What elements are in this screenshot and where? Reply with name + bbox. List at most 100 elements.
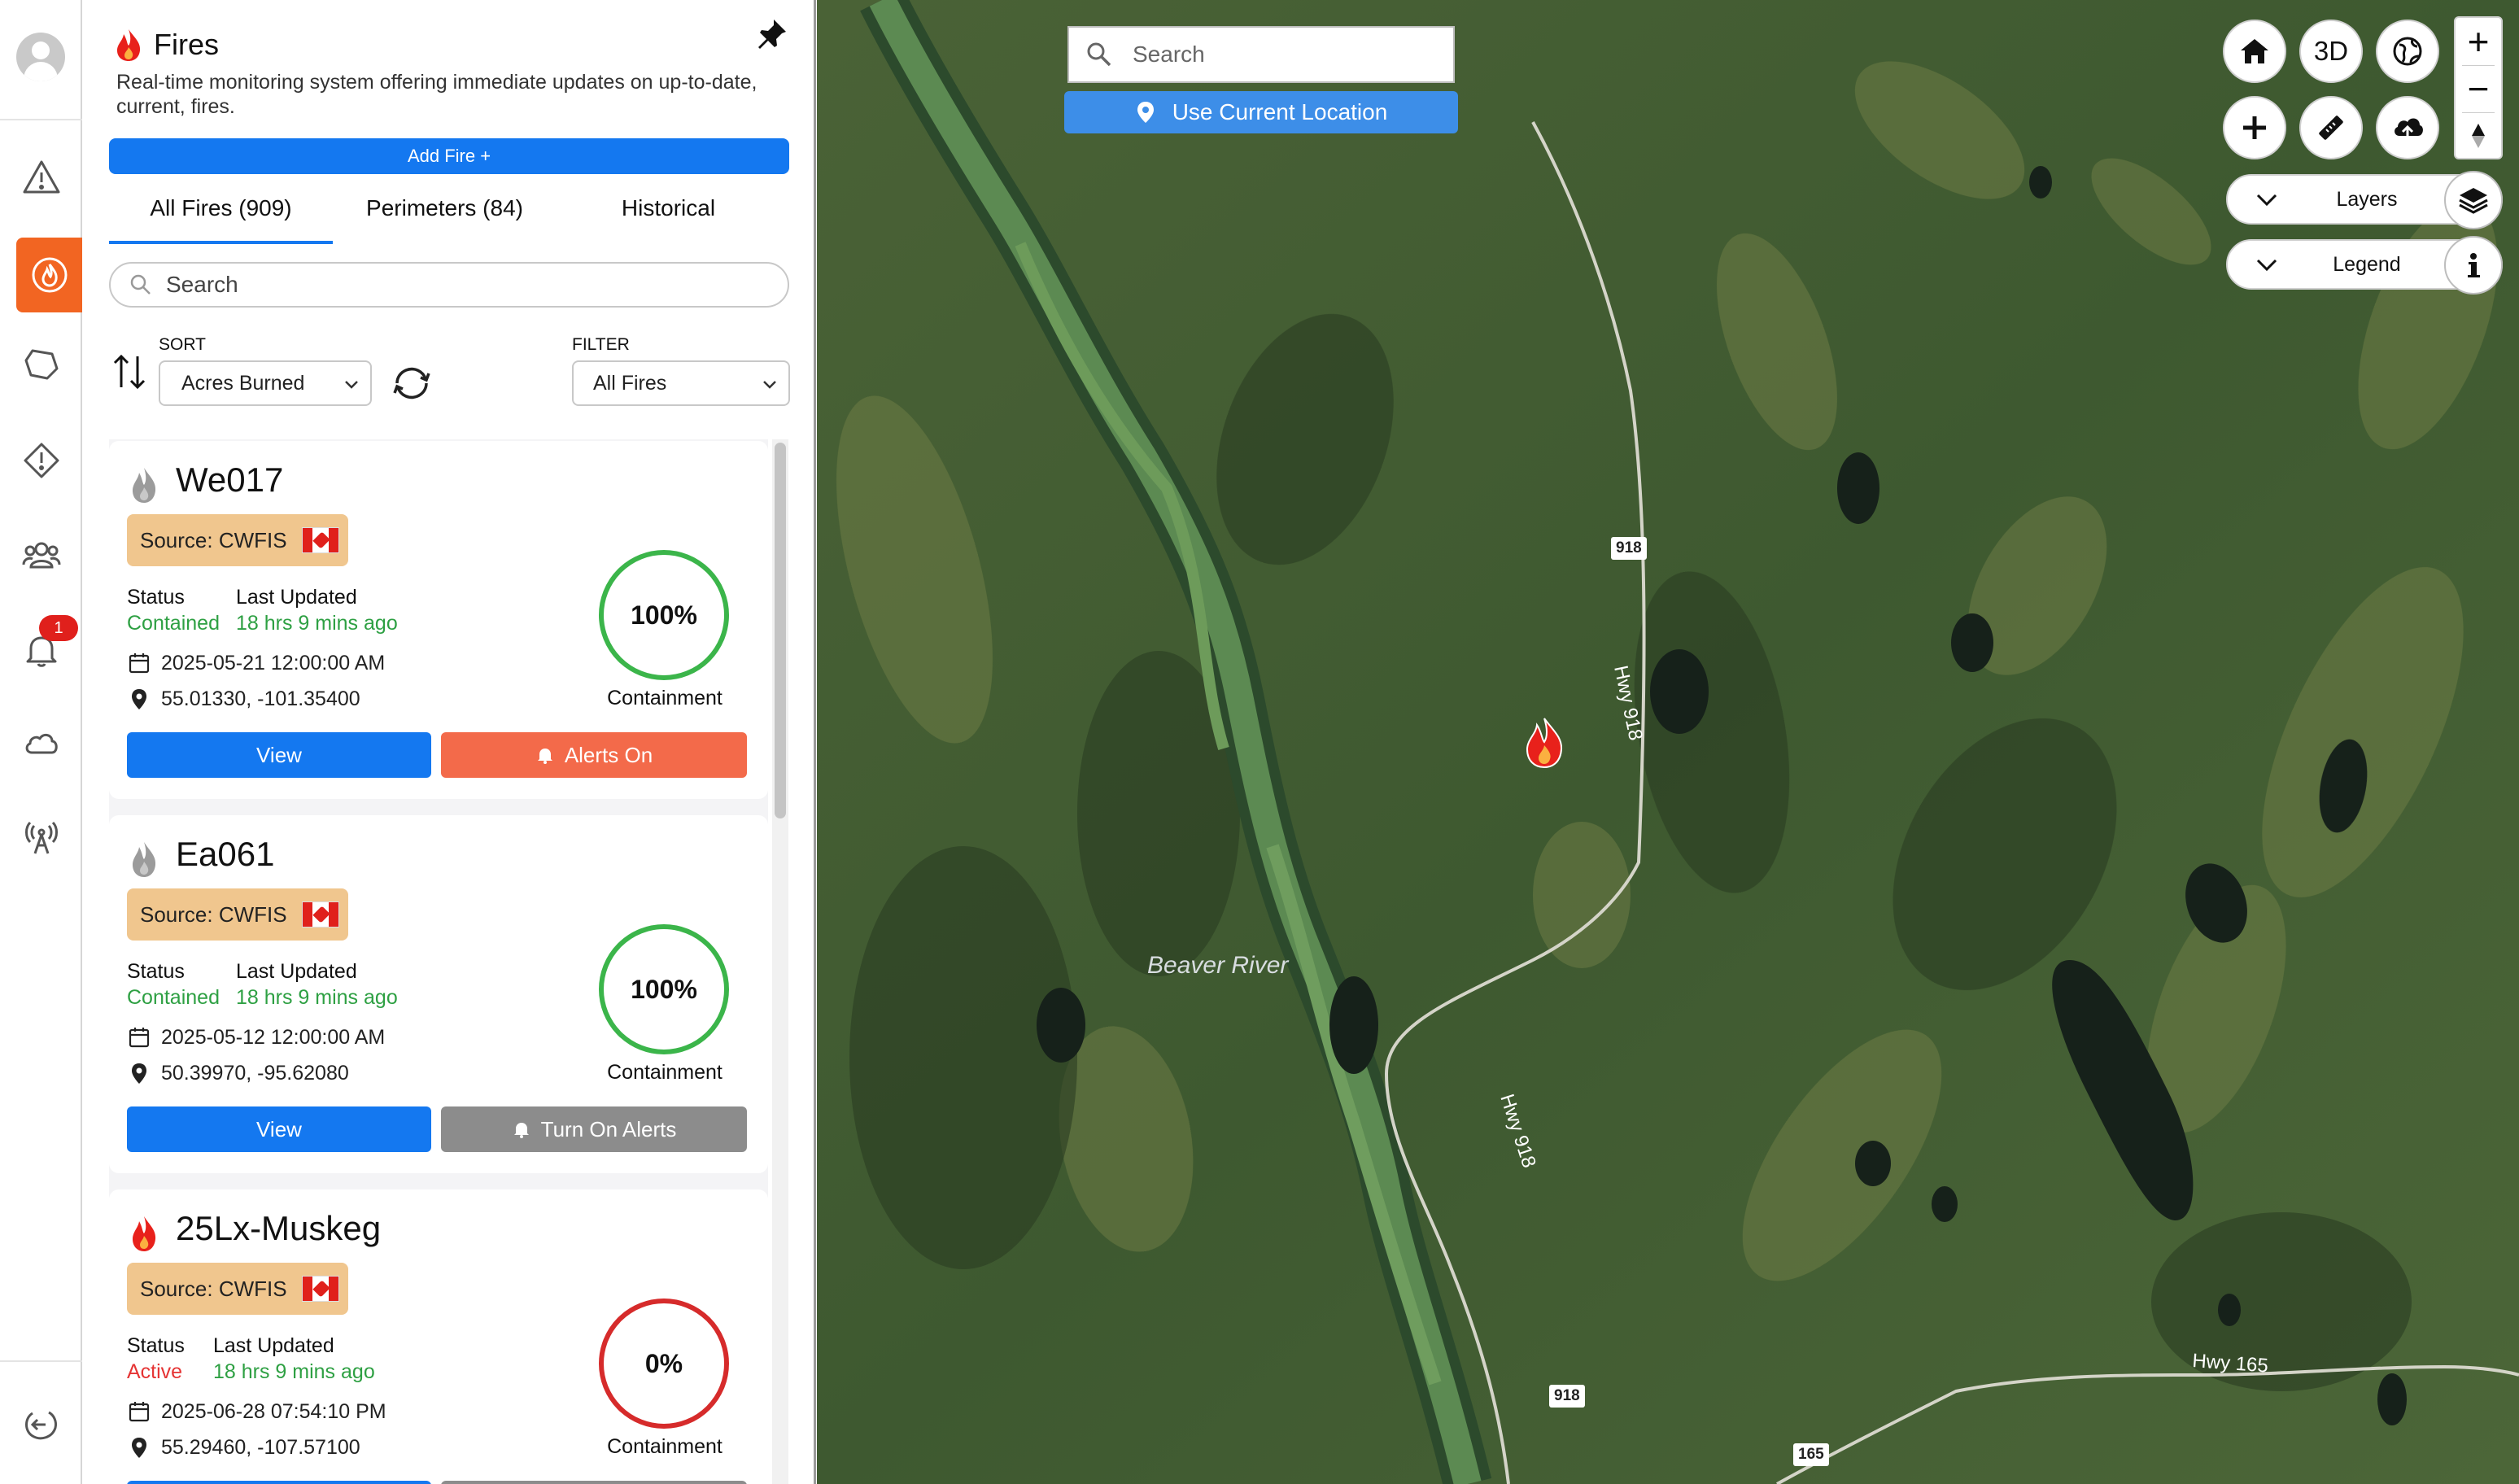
fire-coords-row: 55.29460, -107.57100 [127,1435,360,1460]
cloud-upload-icon [2395,118,2423,139]
cloud-icon[interactable] [0,706,82,781]
layers-label: Layers [2336,187,2398,211]
community-icon[interactable] [0,517,82,592]
use-location-label: Use Current Location [1172,99,1388,124]
tab-all-fires[interactable]: All Fires (909) [109,187,333,244]
perimeter-icon[interactable] [0,327,82,402]
logout-icon[interactable] [0,1386,82,1461]
turn-on-alerts-button[interactable]: Turn On Alerts [441,1106,747,1152]
fire-date-row: 2025-06-28 07:54:10 PM [127,1399,386,1424]
status-label: Status [127,586,185,609]
view-button[interactable]: View [127,1106,431,1152]
contained-fire-icon [133,468,156,503]
location-pin-icon [132,1063,146,1084]
fire-date-row: 2025-05-21 12:00:00 AM [127,651,385,675]
legend-toggle[interactable]: Legend [2226,236,2503,295]
source-label: Source: CWFIS [140,901,287,927]
measure-button[interactable] [2299,96,2363,159]
containment-ring: 0% [599,1298,729,1429]
alerts-on-button[interactable]: Alerts On [441,732,747,778]
tab-perimeters[interactable]: Perimeters (84) [333,187,557,244]
search-icon [1087,42,1111,67]
panel-description: Real-time monitoring system offering imm… [116,71,757,118]
chevron-down-icon [763,381,776,389]
sort-select[interactable]: Acres Burned [159,360,372,406]
fire-coords-row: 50.39970, -95.62080 [127,1061,349,1085]
list-scrollbar[interactable] [772,439,788,1484]
fire-icon [117,29,141,61]
satellite-map[interactable]: Hwy 918 Hwy 918 Hwy 165 918 918 165 Beav… [817,0,2519,1484]
contained-fire-icon [133,842,156,877]
fire-coords: 50.39970, -95.62080 [161,1061,349,1085]
fire-list: We017 Source: CWFIS Status Contained Las… [109,439,768,1484]
containment-label: Containment [607,687,723,709]
status-label: Status [127,960,185,983]
updated-value: 18 hrs 9 mins ago [213,1360,375,1383]
layers-toggle[interactable]: Layers [2226,171,2503,229]
updated-value: 18 hrs 9 mins ago [236,612,398,635]
layers-icon [2459,188,2488,214]
fire-icon[interactable] [16,238,82,312]
containment-ring: 100% [599,550,729,680]
turn-on-alerts-button[interactable] [441,1481,747,1484]
alert-label: Alerts On [564,742,653,767]
add-fire-button[interactable]: Add Fire + [109,138,789,174]
toggle-3d-button[interactable]: 3D [2299,20,2363,83]
pin-icon[interactable] [753,16,789,52]
layers-button[interactable] [2444,171,2503,229]
updated-label: Last Updated [213,1334,334,1357]
zoom-in-button[interactable]: + [2456,18,2501,65]
scrollbar-thumb[interactable] [775,443,786,818]
fire-card[interactable]: Ea061 Source: CWFIS Status Contained Las… [109,815,768,1173]
page-title: Fires [154,28,219,61]
antenna-icon[interactable] [0,801,82,875]
home-button[interactable] [2223,20,2286,83]
avatar[interactable] [16,33,65,81]
status-label: Status [127,1334,185,1357]
add-button[interactable] [2223,96,2286,159]
fire-marker-icon[interactable] [1521,716,1567,770]
legend-label: Legend [2333,252,2401,276]
calendar-icon [129,1028,150,1048]
fire-card[interactable]: 25Lx-Muskeg Source: CWFIS Status Active … [109,1189,768,1484]
ruler-icon [2319,116,2343,140]
canada-flag-icon [301,1276,339,1302]
status-value: Active [127,1360,183,1383]
map-search-input[interactable]: Search [1067,26,1455,83]
view-button[interactable] [127,1481,431,1484]
alert-diamond-icon[interactable] [0,423,82,498]
fire-name: We017 [176,460,284,499]
fire-search-input[interactable]: Search [109,262,789,308]
filter-value: All Fires [593,371,667,395]
containment-label: Containment [607,1435,723,1458]
river-label: Beaver River [1147,952,1289,979]
warning-icon[interactable] [0,140,82,215]
refresh-icon[interactable] [390,361,434,405]
plus-icon [2243,116,2266,139]
fire-name: 25Lx-Muskeg [176,1209,382,1247]
canada-flag-icon [301,527,339,553]
filter-select[interactable]: All Fires [572,360,790,406]
fire-date: 2025-05-21 12:00:00 AM [161,651,386,674]
basemap-button[interactable] [2376,20,2439,83]
compass-button[interactable] [2456,112,2501,159]
legend-button[interactable] [2444,236,2503,295]
location-pin-icon [132,1438,146,1458]
fire-tabs: All Fires (909) Perimeters (84) Historic… [109,187,789,244]
fire-coords: 55.29460, -107.57100 [161,1435,360,1459]
zoom-out-button[interactable]: − [2456,65,2501,112]
route-shield: 918 [1611,537,1647,560]
sort-value: Acres Burned [181,371,305,395]
use-current-location-button[interactable]: Use Current Location [1064,91,1458,133]
source-label: Source: CWFIS [140,1276,287,1301]
source-badge: Source: CWFIS [127,888,348,941]
chevron-down-icon [2256,194,2277,207]
tab-historical[interactable]: Historical [557,187,780,244]
containment-label: Containment [607,1061,723,1084]
sort-direction-icon[interactable] [111,351,147,392]
view-button[interactable]: View [127,732,431,778]
source-label: Source: CWFIS [140,527,287,552]
upload-button[interactable] [2376,96,2439,159]
zoom-control: + − [2454,16,2503,159]
fire-card[interactable]: We017 Source: CWFIS Status Contained Las… [109,441,768,799]
